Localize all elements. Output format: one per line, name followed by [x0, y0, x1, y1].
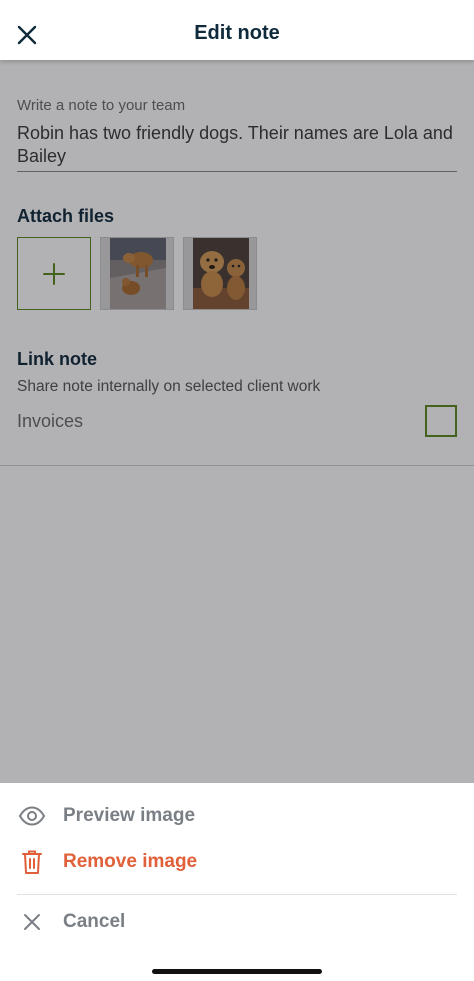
- cancel-label: Cancel: [63, 911, 126, 932]
- preview-image-button[interactable]: Preview image: [0, 793, 474, 839]
- close-icon: [17, 907, 47, 937]
- sheet-divider: [17, 894, 457, 895]
- remove-image-label: Remove image: [63, 851, 198, 872]
- eye-icon: [17, 801, 47, 831]
- remove-image-button[interactable]: Remove image: [0, 839, 474, 885]
- page-title: Edit note: [194, 22, 280, 44]
- top-app-bar: Edit note: [0, 0, 474, 60]
- preview-image-label: Preview image: [63, 805, 196, 826]
- modal-backdrop[interactable]: [0, 60, 474, 783]
- cancel-button[interactable]: Cancel: [0, 899, 474, 945]
- image-action-sheet: Preview image Remove image Cancel: [0, 783, 474, 981]
- home-indicator[interactable]: [152, 969, 322, 974]
- trash-icon: [17, 847, 47, 877]
